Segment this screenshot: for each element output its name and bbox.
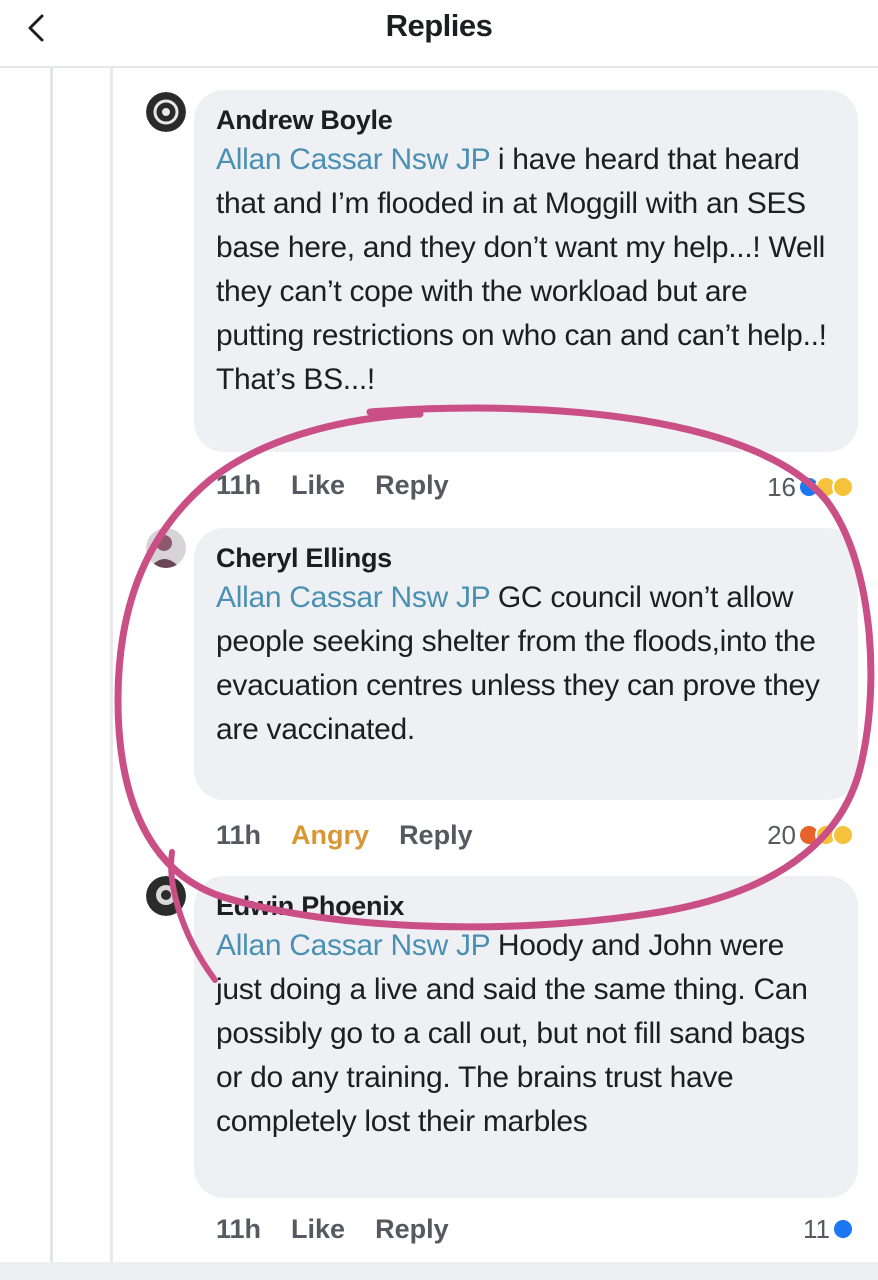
- like-button[interactable]: Like: [291, 470, 345, 500]
- avatar[interactable]: [146, 528, 186, 568]
- reaction-summary[interactable]: 16: [767, 470, 854, 504]
- comment-author[interactable]: Edwin Phoenix: [216, 888, 836, 924]
- reaction-summary[interactable]: 20: [767, 818, 854, 852]
- reply-button[interactable]: Reply: [375, 1214, 449, 1244]
- comment-actions: 11h Like Reply: [216, 468, 479, 502]
- reaction-count: 16: [767, 472, 796, 502]
- comment-text: Allan Cassar Nsw JP Hoody and John were …: [216, 924, 836, 1144]
- like-reaction-icon: [832, 1218, 854, 1240]
- mention-link[interactable]: Allan Cassar Nsw JP: [216, 929, 490, 962]
- comment-bubble: Andrew Boyle Allan Cassar Nsw JP i have …: [194, 90, 858, 452]
- reply-thread-line: [110, 68, 113, 1268]
- comment-bubble: Edwin Phoenix Allan Cassar Nsw JP Hoody …: [194, 876, 858, 1198]
- page-title: Replies: [385, 8, 493, 43]
- comment-body: i have heard that heard that and I’m flo…: [216, 143, 827, 396]
- comment-bubble: Cheryl Ellings Allan Cassar Nsw JP GC co…: [194, 528, 858, 800]
- comment-text: Allan Cassar Nsw JP GC council won’t all…: [216, 576, 836, 752]
- comment-author[interactable]: Cheryl Ellings: [216, 540, 836, 576]
- haha-reaction-icon: [832, 476, 854, 498]
- like-button[interactable]: Like: [291, 1214, 345, 1244]
- comment-text: Allan Cassar Nsw JP i have heard that he…: [216, 138, 836, 402]
- avatar[interactable]: [146, 92, 186, 132]
- replies-header: Replies: [0, 0, 878, 68]
- reply-button[interactable]: Reply: [399, 820, 473, 850]
- reaction-summary[interactable]: 11: [803, 1212, 854, 1246]
- mention-link[interactable]: Allan Cassar Nsw JP: [216, 581, 490, 614]
- thread-line: [50, 68, 53, 1268]
- comment-actions: 11h Like Reply: [216, 1212, 479, 1246]
- mention-link[interactable]: Allan Cassar Nsw JP: [216, 143, 490, 176]
- comment-time: 11h: [216, 470, 262, 500]
- comment-time: 11h: [216, 1214, 262, 1244]
- reply-button[interactable]: Reply: [375, 470, 449, 500]
- comment-actions: 11h Angry Reply: [216, 818, 503, 852]
- reaction-count: 20: [767, 820, 796, 850]
- bottom-bar: [0, 1262, 878, 1280]
- haha-reaction-icon: [832, 824, 854, 846]
- comment-author[interactable]: Andrew Boyle: [216, 102, 836, 138]
- angry-reaction-button[interactable]: Angry: [291, 820, 369, 850]
- comment-time: 11h: [216, 820, 262, 850]
- reaction-count: 11: [803, 1214, 830, 1244]
- avatar[interactable]: [146, 876, 186, 916]
